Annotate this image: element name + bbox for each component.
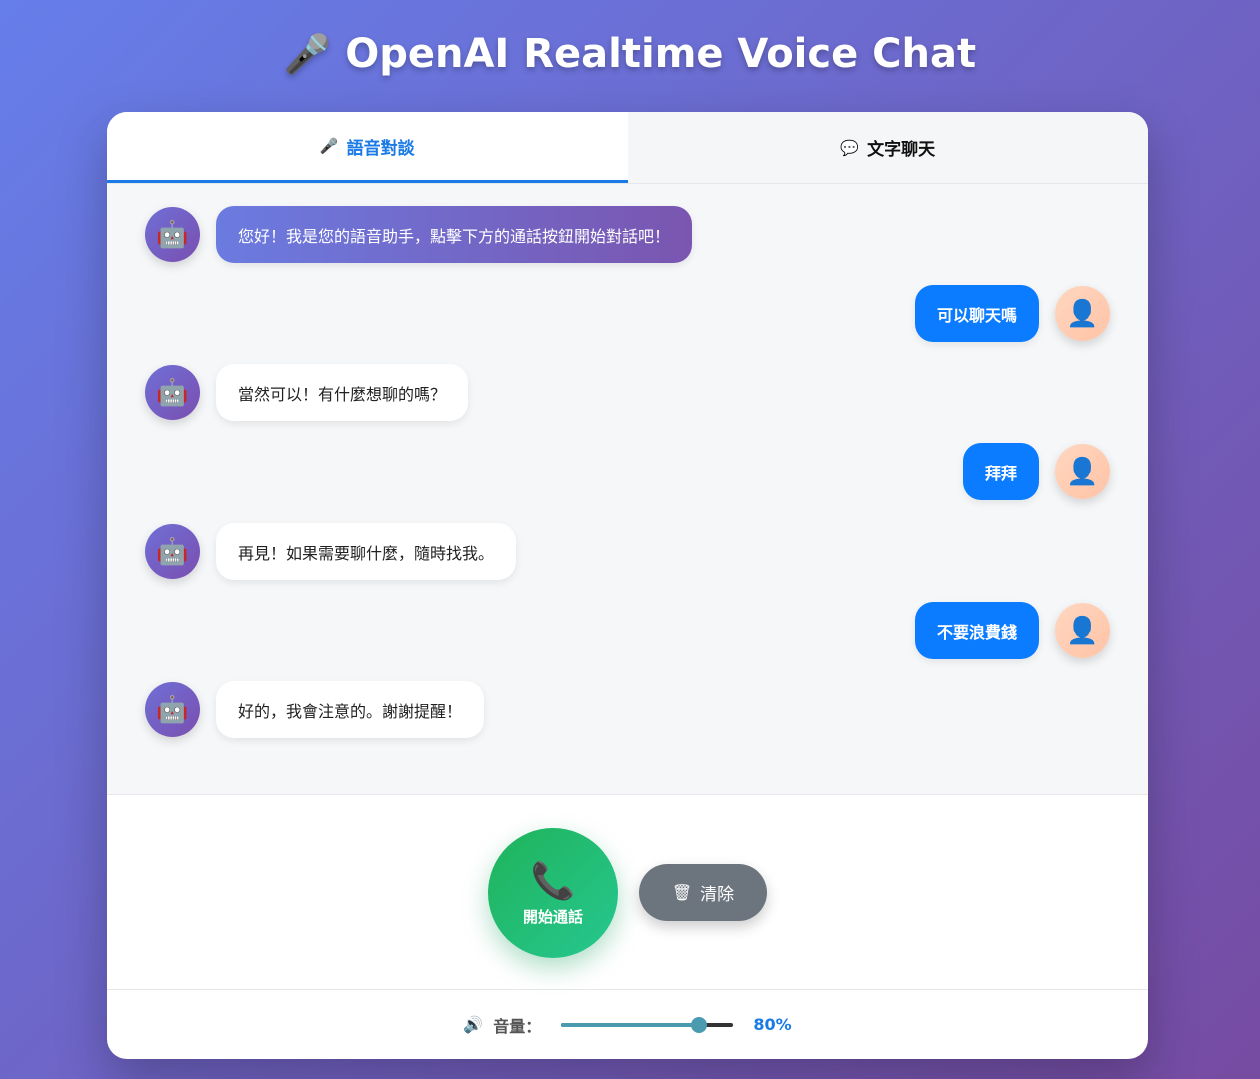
tab-text-chat[interactable]: 💬 文字聊天	[627, 112, 1148, 183]
tab-label: 語音對談	[346, 138, 415, 159]
message-bubble: 當然可以！有什麼想聊的嗎？	[216, 364, 469, 421]
trash-icon: 🗑	[671, 883, 693, 902]
message-assistant: 🤖 再見！如果需要聊什麼，隨時找我。	[145, 523, 517, 580]
chat-card: 🎤 語音對談 💬 文字聊天 🤖 您好！我是您的語音助手，點擊下方的通話按鈕開始對…	[107, 112, 1148, 1059]
start-call-label: 開始通話	[522, 907, 583, 926]
app-title-text: OpenAI Realtime Voice Chat	[345, 31, 977, 77]
volume-label: 音量：	[493, 1016, 542, 1036]
volume-slider[interactable]	[561, 1015, 734, 1035]
message-user: 可以聊天嗎 👤	[914, 285, 1110, 342]
speech-bubble-icon: 💬	[840, 138, 860, 157]
phone-icon: 📞	[530, 860, 576, 902]
clear-button[interactable]: 🗑 清除	[639, 864, 767, 921]
tab-label: 文字聊天	[867, 140, 936, 160]
clear-label: 清除	[700, 885, 735, 905]
message-assistant: 🤖 好的，我會注意的。謝謝提醒！	[145, 681, 485, 738]
robot-avatar-icon: 🤖	[145, 365, 200, 420]
tab-voice-chat[interactable]: 🎤 語音對談	[107, 112, 628, 183]
message-bubble: 可以聊天嗎	[914, 285, 1039, 342]
slider-handle[interactable]	[690, 1016, 707, 1033]
message-user: 不要浪費錢 👤	[914, 602, 1110, 659]
volume-value: 80%	[753, 1015, 792, 1034]
message-bubble: 拜拜	[962, 443, 1039, 500]
message-bubble: 不要浪費錢	[914, 602, 1039, 659]
slider-fill	[561, 1022, 699, 1027]
message-user: 拜拜 👤	[962, 443, 1110, 500]
message-bubble: 再見！如果需要聊什麼，隨時找我。	[216, 523, 517, 580]
user-avatar-icon: 👤	[1055, 603, 1110, 658]
robot-avatar-icon: 🤖	[145, 682, 200, 737]
microphone-icon: 🎤	[283, 31, 332, 76]
tab-bar: 🎤 語音對談 💬 文字聊天	[107, 112, 1148, 184]
message-assistant: 🤖 當然可以！有什麼想聊的嗎？	[145, 364, 469, 421]
call-controls: 📞 開始通話 🗑 清除	[107, 795, 1148, 990]
app-title: 🎤 OpenAI Realtime Voice Chat	[0, 28, 1260, 80]
user-avatar-icon: 👤	[1055, 444, 1110, 499]
user-avatar-icon: 👤	[1055, 286, 1110, 341]
message-assistant: 🤖 您好！我是您的語音助手，點擊下方的通話按鈕開始對話吧！	[145, 206, 693, 263]
message-bubble: 好的，我會注意的。謝謝提醒！	[216, 681, 485, 738]
message-bubble: 您好！我是您的語音助手，點擊下方的通話按鈕開始對話吧！	[216, 206, 693, 263]
start-call-button[interactable]: 📞 開始通話	[488, 828, 618, 958]
robot-avatar-icon: 🤖	[145, 524, 200, 579]
chat-messages: 🤖 您好！我是您的語音助手，點擊下方的通話按鈕開始對話吧！ 可以聊天嗎 👤 🤖 …	[107, 184, 1148, 795]
volume-control: 🔊 音量： 80%	[107, 990, 1148, 1059]
speaker-icon: 🔊	[463, 1015, 484, 1034]
microphone-icon: 🎤	[319, 137, 339, 155]
robot-avatar-icon: 🤖	[145, 207, 200, 262]
